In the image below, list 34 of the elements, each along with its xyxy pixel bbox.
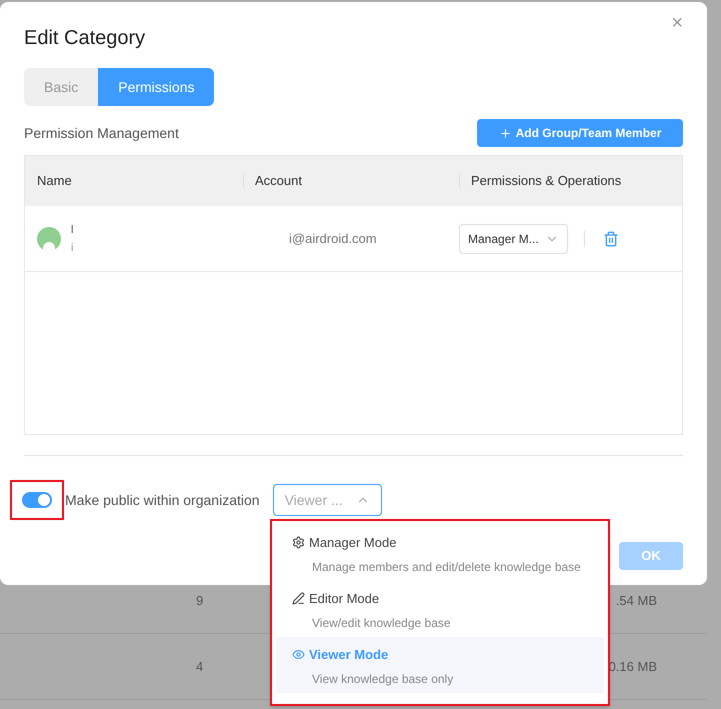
table-cell-text: 4 (196, 658, 204, 676)
eye-icon (292, 648, 305, 662)
section-title: Permission Management (24, 124, 179, 143)
pencil-icon (292, 592, 305, 606)
column-header: Account (255, 172, 302, 190)
table-cell-text: .54 MB (616, 592, 657, 610)
plus-icon (498, 126, 512, 140)
column-header: Name (37, 172, 72, 190)
mode-select[interactable]: Viewer ... (272, 484, 382, 516)
account-cell-text: i@airdroid.com (288, 230, 378, 248)
menu-item[interactable]: Manager Mode Manage members and edit/delete knowledge base (276, 525, 604, 581)
permission-select[interactable]: Manager M... (459, 224, 568, 254)
menu-item-title: Editor Mode (309, 590, 380, 608)
toggle-label: Make public within organization (65, 490, 260, 510)
delete-icon[interactable] (603, 230, 619, 246)
avatar (37, 226, 61, 250)
public-toggle[interactable] (22, 492, 52, 508)
gear-icon (292, 536, 305, 550)
menu-item-description: Manage members and edit/delete knowledge base (312, 558, 582, 576)
tab[interactable]: Permissions (98, 68, 214, 106)
tab[interactable]: Basic (24, 68, 98, 106)
member-name: l (71, 222, 74, 238)
table-cell-text: 9 (196, 592, 204, 610)
menu-item-title: Manager Mode (309, 534, 396, 552)
column-header: Permissions & Operations (471, 172, 622, 190)
menu-item-title: Viewer Mode (309, 646, 388, 664)
menu-item[interactable]: Viewer Mode View knowledge base only (276, 637, 604, 693)
menu-item-description: View/edit knowledge base (312, 614, 452, 632)
close-button[interactable]: × (671, 13, 683, 33)
dialog-title: Edit Category (24, 26, 146, 50)
menu-item[interactable]: Editor Mode View/edit knowledge base (276, 581, 604, 637)
add-member-button[interactable]: Add Group/Team Member (477, 119, 683, 147)
member-detail: i (71, 240, 74, 256)
menu-item-description: View knowledge base only (312, 670, 454, 688)
